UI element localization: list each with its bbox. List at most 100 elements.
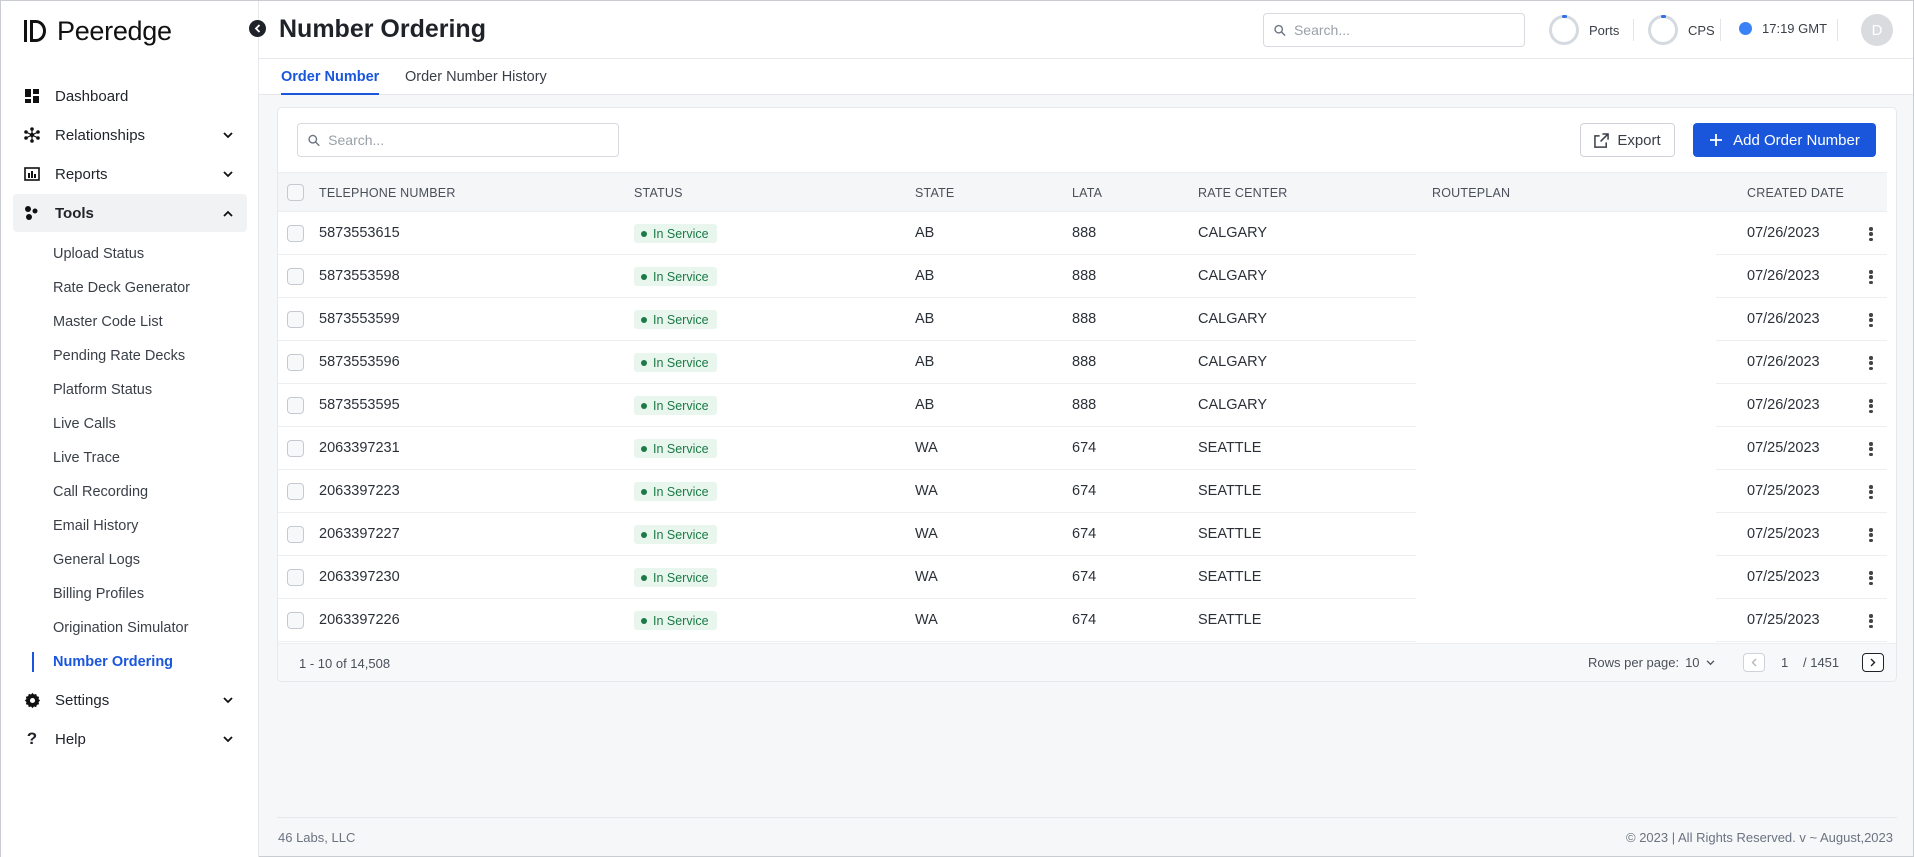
sidebar-item-pending-rate-decks[interactable]: Pending Rate Decks xyxy=(13,339,247,373)
rows-per-page[interactable]: Rows per page: 10 xyxy=(1588,655,1715,670)
row-actions-menu-icon[interactable] xyxy=(1864,439,1878,459)
dashboard-icon xyxy=(23,87,41,105)
tab-order-number-history[interactable]: Order Number History xyxy=(405,69,547,93)
brand-logo[interactable]: Peeredge xyxy=(23,13,172,49)
row-checkbox[interactable] xyxy=(287,483,304,500)
table-row[interactable]: 2063397223 WA 674 SEATTLE 07/25/2023 In Servi… xyxy=(278,470,1887,513)
sidebar-item-email-history[interactable]: Email History xyxy=(13,509,247,543)
row-actions-menu-icon[interactable] xyxy=(1864,353,1878,373)
tab-order-number[interactable]: Order Number xyxy=(281,69,380,95)
next-page-button[interactable] xyxy=(1862,653,1884,672)
collapse-sidebar-button[interactable] xyxy=(249,20,266,37)
table-row[interactable]: 5873553599 AB 888 CALGARY 07/26/2023 In Servi… xyxy=(278,298,1887,341)
nav-help-label: Help xyxy=(55,730,86,748)
row-checkbox[interactable] xyxy=(287,268,304,285)
row-divider-gap xyxy=(1416,640,1716,642)
column-routeplan[interactable]: ROUTEPLAN xyxy=(1432,186,1510,200)
current-page[interactable]: 1 xyxy=(1781,655,1788,670)
clock: 17:19 GMT xyxy=(1739,21,1827,36)
row-actions-menu-icon[interactable] xyxy=(1864,568,1878,588)
cps-label: CPS xyxy=(1688,22,1715,38)
table-search[interactable] xyxy=(297,123,619,157)
row-actions-menu-icon[interactable] xyxy=(1864,525,1878,545)
chevron-right-icon xyxy=(1870,658,1876,667)
cell-state: WA xyxy=(915,612,938,628)
nav-dashboard[interactable]: Dashboard xyxy=(13,77,247,115)
row-actions-menu-icon[interactable] xyxy=(1864,310,1878,330)
prev-page-button[interactable] xyxy=(1743,653,1765,672)
cps-stat[interactable]: CPS xyxy=(1648,15,1715,45)
cell-lata: 888 xyxy=(1072,268,1097,284)
select-all-checkbox[interactable] xyxy=(287,184,304,201)
gear-icon xyxy=(23,691,41,709)
export-button[interactable]: Export xyxy=(1580,123,1675,157)
status-dot-icon xyxy=(641,273,647,280)
add-order-number-label: Add Order Number xyxy=(1733,131,1860,149)
add-order-number-button[interactable]: Add Order Number xyxy=(1693,123,1876,157)
table-row[interactable]: 5873553615 AB 888 CALGARY 07/26/2023 In Servi… xyxy=(278,212,1887,255)
column-state[interactable]: STATE xyxy=(915,186,954,200)
nav-tools[interactable]: Tools xyxy=(13,194,247,232)
row-actions-menu-icon[interactable] xyxy=(1864,611,1878,631)
sidebar-item-live-calls[interactable]: Live Calls xyxy=(13,407,247,441)
avatar[interactable]: D xyxy=(1861,14,1893,46)
sidebar-item-origination-simulator[interactable]: Origination Simulator xyxy=(13,611,247,645)
global-search[interactable] xyxy=(1263,13,1525,47)
row-checkbox[interactable] xyxy=(287,225,304,242)
column-lata[interactable]: LATA xyxy=(1072,186,1102,200)
row-checkbox[interactable] xyxy=(287,569,304,586)
row-checkbox[interactable] xyxy=(287,526,304,543)
chevron-left-icon xyxy=(1751,658,1757,667)
cell-state: WA xyxy=(915,526,938,542)
status-badge: In Service xyxy=(634,611,717,630)
nav-settings[interactable]: Settings xyxy=(13,681,247,719)
table-search-input[interactable] xyxy=(328,132,618,148)
status-badge: In Service xyxy=(634,568,717,587)
nav-dashboard-label: Dashboard xyxy=(55,87,129,105)
table-row[interactable]: 2063397231 WA 674 SEATTLE 07/25/2023 In Servi… xyxy=(278,427,1887,470)
sidebar-item-platform-status[interactable]: Platform Status xyxy=(13,373,247,407)
column-telephone-number[interactable]: TELEPHONE NUMBER xyxy=(319,186,456,200)
nav-relationships-label: Relationships xyxy=(55,126,146,144)
cell-rate-center: SEATTLE xyxy=(1198,526,1262,542)
sidebar-item-live-trace[interactable]: Live Trace xyxy=(13,441,247,475)
row-checkbox[interactable] xyxy=(287,440,304,457)
sidebar-item-general-logs[interactable]: General Logs xyxy=(13,543,247,577)
rows-per-page-value[interactable]: 10 xyxy=(1685,655,1699,670)
sidebar-item-number-ordering[interactable]: Number Ordering xyxy=(13,645,247,679)
nav-help[interactable]: ? Help xyxy=(13,720,247,758)
global-search-input[interactable] xyxy=(1293,22,1524,38)
row-actions-menu-icon[interactable] xyxy=(1864,267,1878,287)
nav-relationships[interactable]: Relationships xyxy=(13,116,247,154)
row-checkbox[interactable] xyxy=(287,311,304,328)
column-status[interactable]: STATUS xyxy=(634,186,683,200)
sidebar-item-billing-profiles[interactable]: Billing Profiles xyxy=(13,577,247,611)
clock-time: 17:19 GMT xyxy=(1762,21,1828,36)
status-badge: In Service xyxy=(634,525,717,544)
row-actions-menu-icon[interactable] xyxy=(1864,396,1878,416)
table-row[interactable]: 2063397227 WA 674 SEATTLE 07/25/2023 In Servi… xyxy=(278,513,1887,556)
table-row[interactable]: 5873553596 AB 888 CALGARY 07/26/2023 In Servi… xyxy=(278,341,1887,384)
row-checkbox[interactable] xyxy=(287,397,304,414)
sidebar-item-master-code-list[interactable]: Master Code List xyxy=(13,305,247,339)
sidebar-item-upload-status[interactable]: Upload Status xyxy=(13,237,247,271)
plus-icon xyxy=(1710,134,1723,146)
ports-stat[interactable]: Ports xyxy=(1549,15,1619,45)
row-checkbox[interactable] xyxy=(287,354,304,371)
sidebar-item-rate-deck-generator[interactable]: Rate Deck Generator xyxy=(13,271,247,305)
nav-reports[interactable]: Reports xyxy=(13,155,247,193)
table-row[interactable]: 5873553595 AB 888 CALGARY 07/26/2023 In Servi… xyxy=(278,384,1887,427)
column-created-date[interactable]: CREATED DATE xyxy=(1747,186,1844,200)
row-checkbox[interactable] xyxy=(287,612,304,629)
status-text: In Service xyxy=(653,484,709,499)
column-rate-center[interactable]: RATE CENTER xyxy=(1198,186,1287,200)
table-row[interactable]: 2063397226 WA 674 SEATTLE 07/25/2023 In Servi… xyxy=(278,599,1887,642)
search-icon xyxy=(1274,24,1286,36)
row-actions-menu-icon[interactable] xyxy=(1864,482,1878,502)
table-row[interactable]: 2063397230 WA 674 SEATTLE 07/25/2023 In Servi… xyxy=(278,556,1887,599)
sidebar-item-call-recording[interactable]: Call Recording xyxy=(13,475,247,509)
cell-state: WA xyxy=(915,569,938,585)
table-row[interactable]: 5873553598 AB 888 CALGARY 07/26/2023 In Servi… xyxy=(278,255,1887,298)
row-actions-menu-icon[interactable] xyxy=(1864,224,1878,244)
cell-rate-center: CALGARY xyxy=(1198,311,1268,327)
